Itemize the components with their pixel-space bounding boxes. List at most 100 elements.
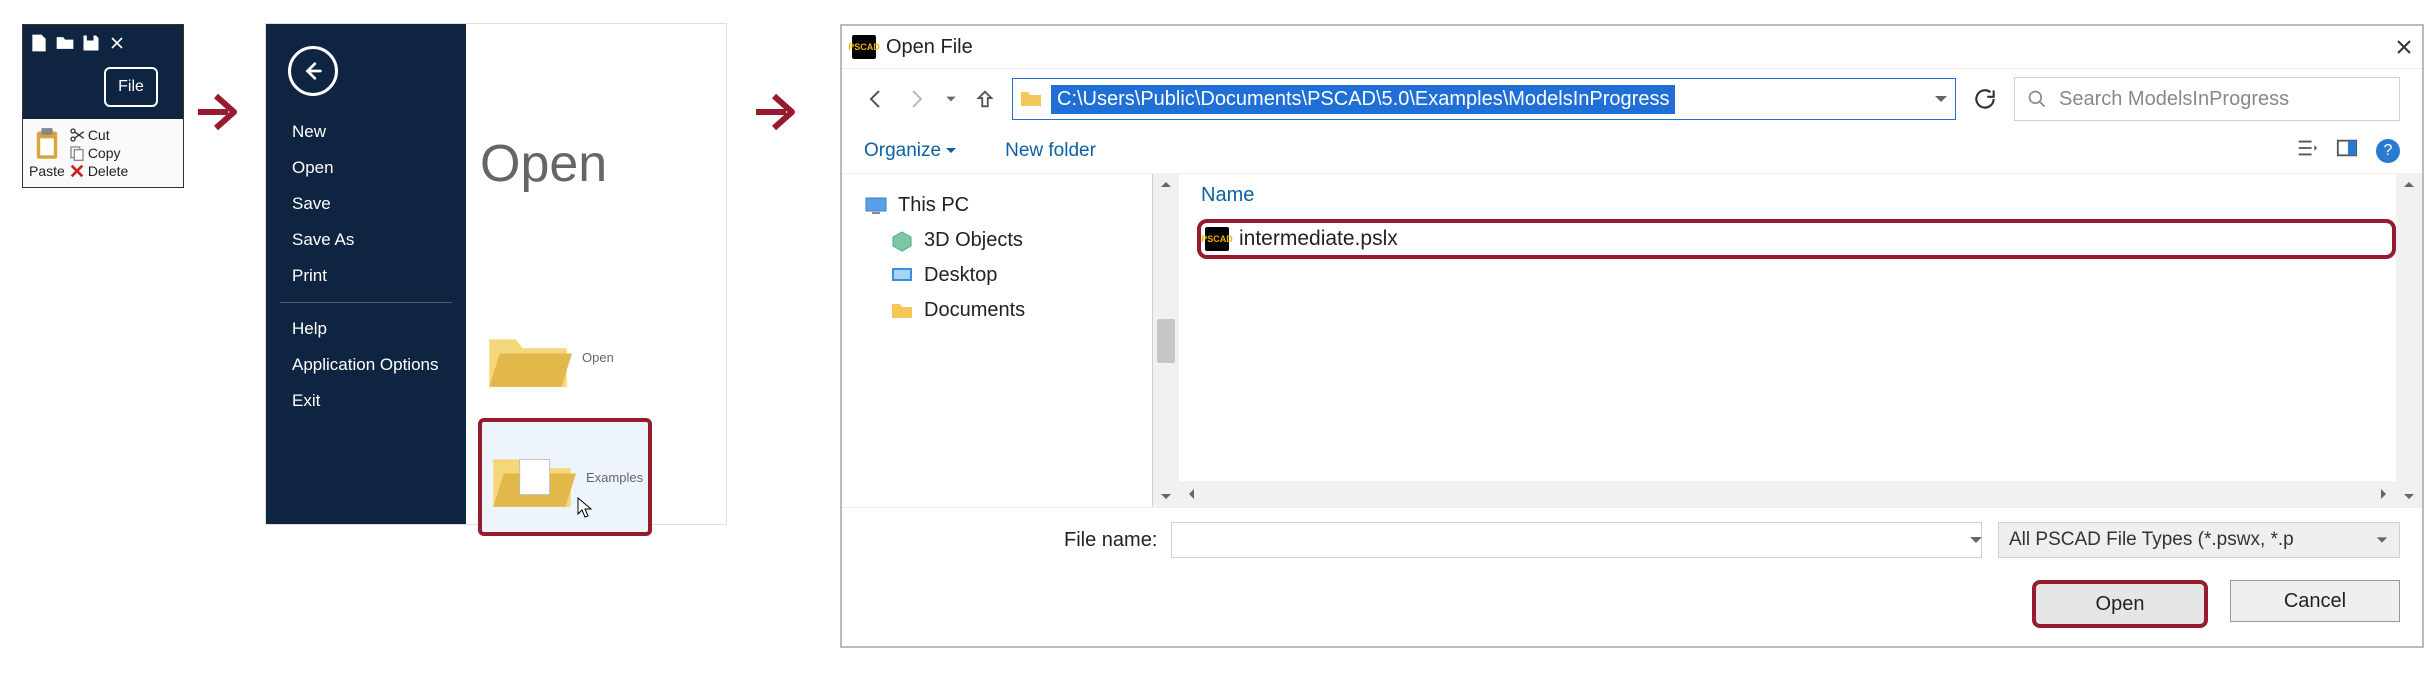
nav-scrollbar[interactable] [1153, 174, 1179, 507]
file-item-selected[interactable]: PSCAD intermediate.pslx [1197, 219, 2396, 259]
open-file-dialog: PSCAD Open File C:\Users\Public\Document… [840, 24, 2424, 648]
folder-icon [484, 321, 572, 393]
nav-back-icon[interactable] [864, 87, 888, 111]
copy-icon [69, 145, 85, 161]
backstage-sidebar: New Open Save Save As Print Help Applica… [266, 24, 466, 524]
sidebar-item-open[interactable]: Open [266, 150, 466, 186]
open-tile[interactable]: Open [478, 302, 644, 412]
backstage-view: New Open Save Save As Print Help Applica… [266, 24, 726, 524]
sidebar-item-exit[interactable]: Exit [266, 383, 466, 419]
sidebar-item-app-options[interactable]: Application Options [266, 347, 466, 383]
address-path: C:\Users\Public\Documents\PSCAD\5.0\Exam… [1051, 85, 1675, 114]
address-bar[interactable]: C:\Users\Public\Documents\PSCAD\5.0\Exam… [1012, 78, 1956, 120]
preview-pane-icon[interactable] [2336, 137, 2358, 165]
dialog-title: Open File [886, 36, 973, 59]
backstage-main: Open Open Examples [466, 24, 726, 524]
search-box[interactable]: Search ModelsInProgress [2014, 77, 2400, 121]
app-badge-icon: PSCAD [852, 35, 876, 59]
navigation-pane: This PC 3D Objects Desktop Documents [842, 174, 1153, 507]
nav-this-pc[interactable]: This PC [864, 188, 1152, 223]
nav-label: Documents [924, 299, 1025, 322]
sidebar-item-help[interactable]: Help [266, 311, 466, 347]
cut-button[interactable]: Cut [69, 127, 128, 143]
examples-tile[interactable]: Examples [478, 418, 652, 536]
file-name-input[interactable] [1171, 522, 1982, 558]
desktop-icon [890, 265, 914, 287]
chevron-up-icon [2403, 178, 2415, 190]
flow-arrow-icon [748, 82, 808, 142]
nav-desktop[interactable]: Desktop [864, 258, 1152, 293]
back-button[interactable] [288, 46, 338, 96]
scissors-icon [107, 33, 127, 53]
chevron-down-icon[interactable] [1933, 91, 1949, 107]
file-name: intermediate.pslx [1239, 227, 1398, 251]
file-scrollbar[interactable] [2396, 174, 2422, 507]
chevron-up-icon [1160, 178, 1172, 190]
cursor-icon [576, 496, 596, 518]
file-pane: Name PSCAD intermediate.pslx [1179, 174, 2396, 507]
search-placeholder: Search ModelsInProgress [2059, 88, 2289, 111]
scissors-icon [69, 127, 85, 143]
chevron-down-icon [945, 145, 957, 157]
nav-documents[interactable]: Documents [864, 293, 1152, 328]
file-name-label: File name: [1064, 529, 1157, 552]
search-icon [2027, 89, 2047, 109]
column-name[interactable]: Name [1179, 174, 2396, 211]
nav-3d-objects[interactable]: 3D Objects [864, 223, 1152, 258]
nav-forward-icon [904, 87, 928, 111]
organize-menu[interactable]: Organize [864, 140, 957, 162]
chevron-right-icon [2378, 488, 2390, 500]
folder-open-icon [488, 441, 576, 513]
clipboard-icon [33, 127, 61, 161]
file-h-scrollbar[interactable] [1179, 481, 2396, 507]
chevron-down-icon [2403, 491, 2415, 503]
paste-button[interactable]: Paste [29, 127, 65, 179]
file-type-label: All PSCAD File Types (*.pswx, *.p [2009, 529, 2294, 551]
new-folder-label: New folder [1005, 140, 1096, 162]
paste-label: Paste [29, 163, 65, 179]
sidebar-item-new[interactable]: New [266, 114, 466, 150]
refresh-icon[interactable] [1972, 86, 1998, 112]
dialog-footer: File name: All PSCAD File Types (*.pswx,… [842, 507, 2422, 646]
command-row: Organize New folder ? [842, 129, 2422, 174]
new-folder-button[interactable]: New folder [1005, 140, 1096, 162]
open-button[interactable]: Open [2032, 580, 2208, 628]
nav-up-icon[interactable] [974, 88, 996, 110]
folder-icon [1019, 89, 1043, 109]
save-icon [81, 33, 101, 53]
history-chevron-icon[interactable] [944, 92, 958, 106]
cancel-button[interactable]: Cancel [2230, 580, 2400, 622]
cut-label: Cut [88, 127, 110, 143]
chevron-left-icon [1185, 488, 1197, 500]
nav-label: Desktop [924, 264, 997, 287]
organize-label: Organize [864, 140, 941, 162]
pc-icon [864, 195, 888, 217]
sidebar-item-save[interactable]: Save [266, 186, 466, 222]
chevron-down-icon[interactable] [1968, 532, 1984, 548]
sidebar-item-print[interactable]: Print [266, 258, 466, 294]
flow-arrow-icon [190, 82, 250, 142]
sidebar-item-save-as[interactable]: Save As [266, 222, 466, 258]
chevron-down-icon [2375, 533, 2389, 547]
cube-icon [890, 230, 914, 252]
close-icon[interactable] [2396, 39, 2412, 55]
scroll-thumb[interactable] [1157, 319, 1175, 363]
help-button[interactable]: ? [2376, 139, 2400, 163]
open-folder-icon [55, 33, 75, 53]
view-options-icon[interactable] [2296, 137, 2318, 165]
copy-label: Copy [88, 145, 121, 161]
examples-tile-label: Examples [586, 470, 643, 485]
backstage-title: Open [480, 134, 607, 194]
copy-button[interactable]: Copy [69, 145, 128, 161]
delete-button[interactable]: Delete [69, 163, 128, 179]
file-tab[interactable]: File [104, 67, 158, 107]
delete-icon [69, 163, 85, 179]
nav-label: This PC [898, 194, 969, 217]
nav-label: 3D Objects [924, 229, 1023, 252]
delete-label: Delete [88, 163, 128, 179]
back-arrow-icon [302, 60, 324, 82]
file-icon: PSCAD [1205, 227, 1229, 251]
file-type-select[interactable]: All PSCAD File Types (*.pswx, *.p [1998, 522, 2400, 558]
title-bar: PSCAD Open File [842, 26, 2422, 69]
sidebar-sep [280, 302, 452, 303]
